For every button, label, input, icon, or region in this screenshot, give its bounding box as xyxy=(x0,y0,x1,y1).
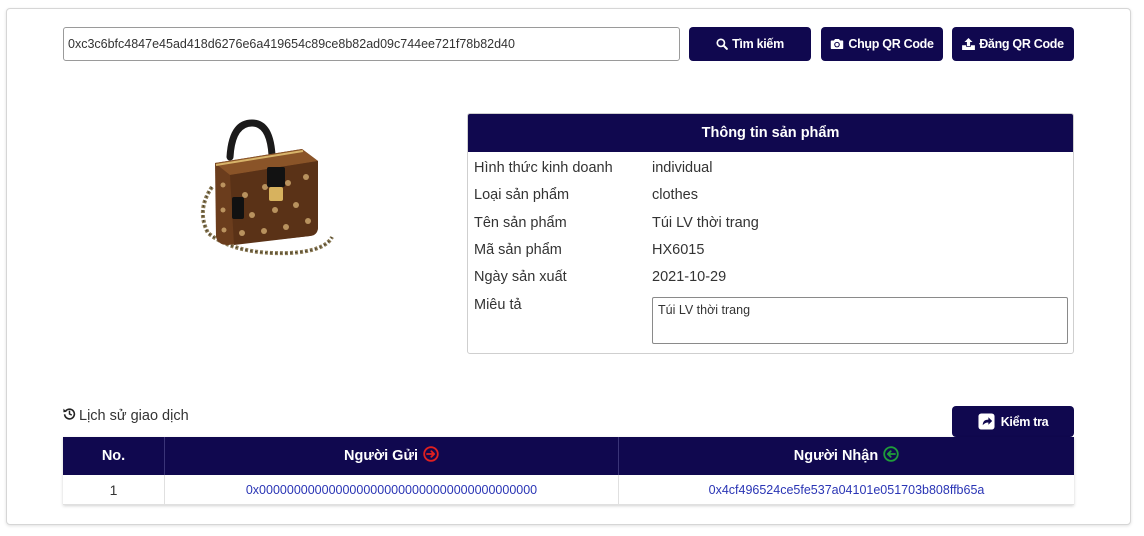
check-button-label: Kiểm tra xyxy=(1000,414,1049,429)
arrow-circle-right-icon xyxy=(423,446,439,466)
info-label: Hình thức kinh doanh xyxy=(474,160,613,176)
search-button-label: Tìm kiếm xyxy=(732,37,784,51)
check-button[interactable]: Kiểm tra xyxy=(952,406,1074,437)
upload-icon xyxy=(962,38,976,50)
history-title: Lịch sử giao dịch xyxy=(63,407,189,424)
table-header: No. Người Gửi Người Nhận xyxy=(63,437,1074,475)
info-label: Tên sản phẩm xyxy=(474,215,567,231)
receiver-address-link[interactable]: 0x4cf496524ce5fe537a04101e051703b808ffb6… xyxy=(709,483,985,497)
info-value: Túi LV thời trang xyxy=(652,215,759,231)
search-button[interactable]: Tìm kiếm xyxy=(689,27,811,61)
product-image xyxy=(190,115,340,260)
info-value: 2021-10-29 xyxy=(652,269,727,285)
history-icon xyxy=(63,407,76,424)
share-square-icon xyxy=(978,413,995,430)
info-value: HX6015 xyxy=(652,242,705,258)
camera-icon xyxy=(830,38,844,50)
upload-qr-button[interactable]: Đăng QR Code xyxy=(952,27,1074,61)
info-row-product-type: Loại sản phẩm clothes xyxy=(468,187,1073,207)
table-row: 1 0x000000000000000000000000000000000000… xyxy=(63,475,1074,505)
product-info-panel: Thông tin sản phẩm Hình thức kinh doanh … xyxy=(467,113,1074,354)
transaction-table: No. Người Gửi Người Nhận 1 0x00000000000… xyxy=(63,437,1074,505)
product-info-title: Thông tin sản phẩm xyxy=(468,114,1073,152)
info-label: Mã sản phẩm xyxy=(474,242,562,258)
info-value: clothes xyxy=(652,187,698,203)
info-label: Loại sản phẩm xyxy=(474,187,570,203)
info-value: individual xyxy=(652,160,713,176)
search-input[interactable] xyxy=(63,27,680,61)
arrow-circle-left-icon xyxy=(883,446,899,466)
upload-qr-label: Đăng QR Code xyxy=(979,37,1064,51)
column-header-no: No. xyxy=(101,448,126,464)
info-row-business-type: Hình thức kinh doanh individual xyxy=(468,160,1073,180)
column-header-receiver: Người Nhận xyxy=(618,437,1074,475)
search-icon xyxy=(716,38,728,50)
sender-header-label: Người Gửi xyxy=(343,448,418,464)
row-number: 1 xyxy=(109,482,118,498)
info-label: Ngày sản xuất xyxy=(474,269,567,285)
receiver-header-label: Người Nhận xyxy=(793,448,879,464)
info-row-manufacture-date: Ngày sản xuất 2021-10-29 xyxy=(468,269,1073,289)
sender-cell: 0x00000000000000000000000000000000000000… xyxy=(164,475,618,505)
info-row-product-code: Mã sản phẩm HX6015 xyxy=(468,242,1073,262)
receiver-cell: 0x4cf496524ce5fe537a04101e051703b808ffb6… xyxy=(618,475,1074,505)
description-label: Miêu tả xyxy=(474,297,522,313)
sender-address-link[interactable]: 0x00000000000000000000000000000000000000… xyxy=(246,483,537,497)
description-field[interactable]: Túi LV thời trang xyxy=(652,297,1068,344)
capture-qr-button[interactable]: Chụp QR Code xyxy=(821,27,943,61)
column-header-sender: Người Gửi xyxy=(164,437,618,475)
history-title-label: Lịch sử giao dịch xyxy=(79,407,189,424)
info-row-product-name: Tên sản phẩm Túi LV thời trang xyxy=(468,215,1073,235)
capture-qr-label: Chụp QR Code xyxy=(848,37,934,51)
